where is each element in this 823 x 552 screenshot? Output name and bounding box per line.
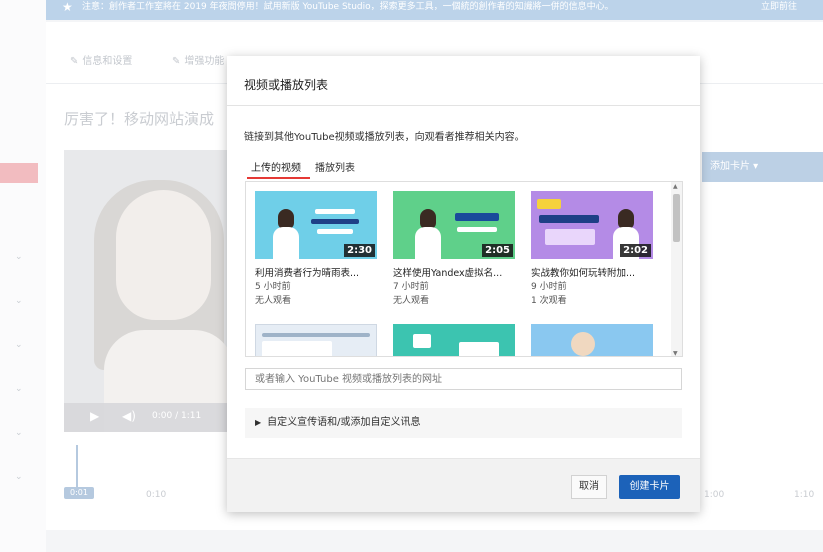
tab-uploaded-videos[interactable]: 上传的视频 (251, 159, 301, 174)
video-card[interactable] (531, 324, 653, 356)
video-card[interactable]: 2:30 利用消费者行为晴雨表... 5 小时前 无人观看 (255, 191, 377, 307)
timeline-tick: 1:00 (704, 490, 725, 500)
scroll-down-icon[interactable]: ▼ (673, 350, 678, 356)
video-thumbnail: 2:02 (531, 191, 653, 259)
banner-text: 注意：創作者工作室將在 2019 年夜間停用！試用新版 YouTube Stud… (82, 2, 614, 12)
timeline-playhead[interactable] (76, 445, 78, 493)
video-duration: 2:05 (482, 244, 513, 257)
banner-link[interactable]: 立即前往 (761, 0, 797, 14)
video-thumbnail: 2:05 (393, 191, 515, 259)
chevron-down-icon: ⌄ (15, 296, 23, 306)
toolbar-item-info[interactable]: ✎ 信息和设置 (70, 52, 132, 67)
video-card-title: 这样使用Yandex虚拟名... (393, 268, 503, 279)
cancel-button[interactable]: 取消 (571, 475, 607, 499)
left-rail: ⌄ ⌄ ⌄ ⌄ ⌄ ⌄ (0, 0, 46, 552)
rail-active-item (0, 163, 38, 183)
customize-label: 自定义宣传语和/或添加自定义讯息 (267, 417, 421, 428)
video-grid: 2:30 利用消费者行为晴雨表... 5 小时前 无人观看 2:05 这样使用Y… (245, 181, 683, 357)
grid-scrollbar[interactable]: ▲ ▼ (671, 182, 682, 356)
video-card-time: 7 小时前 (393, 282, 429, 292)
play-icon[interactable]: ▶ (90, 409, 99, 423)
chevron-down-icon: ⌄ (15, 384, 23, 394)
timeline-tick: 1:10 (794, 490, 815, 500)
scrollbar-thumb[interactable] (673, 194, 680, 242)
video-thumbnail (393, 324, 515, 356)
video-player[interactable] (64, 150, 227, 432)
create-card-button[interactable]: 创建卡片 (619, 475, 680, 499)
timeline-current-time: 0:01 (64, 487, 94, 499)
video-thumbnail: 2:30 (255, 191, 377, 259)
divider (227, 105, 700, 106)
dialog-footer: 取消 创建卡片 (227, 458, 700, 512)
active-tab-indicator (247, 177, 310, 179)
dialog-title: 视频或播放列表 (244, 78, 329, 92)
video-duration: 2:02 (620, 244, 651, 257)
video-card[interactable] (393, 324, 515, 356)
video-duration: 2:30 (344, 244, 375, 257)
pencil-icon: ✎ (172, 56, 181, 67)
chevron-down-icon: ⌄ (15, 252, 23, 262)
video-card[interactable]: 2:05 这样使用Yandex虚拟名... 7 小时前 无人观看 (393, 191, 515, 307)
video-title: 厉害了！移动网站演成 (64, 110, 215, 128)
video-playlist-dialog: 视频或播放列表 链接到其他YouTube视频或播放列表，向观看者推荐相关内容。 … (227, 56, 700, 512)
pencil-icon: ✎ (70, 56, 79, 67)
video-thumbnail (255, 324, 377, 356)
video-card-title: 利用消费者行为晴雨表... (255, 268, 360, 279)
chevron-down-icon: ⌄ (15, 472, 23, 482)
video-card-views: 无人观看 (255, 296, 292, 306)
video-url-input[interactable] (245, 368, 682, 390)
star-icon: ★ (62, 0, 73, 14)
video-card-time: 5 小时前 (255, 282, 291, 292)
video-card-title: 实战教你如何玩转附加... (531, 268, 636, 279)
dialog-description: 链接到其他YouTube视频或播放列表，向观看者推荐相关内容。 (244, 132, 525, 143)
volume-icon[interactable]: ◀) (122, 409, 136, 423)
toolbar-item-enhancements[interactable]: ✎ 增强功能 (172, 52, 224, 67)
expand-triangle-icon: ▶ (255, 418, 262, 427)
chevron-down-icon: ⌄ (15, 428, 23, 438)
scroll-up-icon[interactable]: ▲ (673, 183, 678, 190)
add-card-button[interactable]: 添加卡片 ▾ (702, 152, 823, 182)
video-card-views: 1 次观看 (531, 296, 567, 306)
video-controls: ▶ ◀) 0:00 / 1:11 (64, 403, 227, 432)
video-card-views: 无人观看 (393, 296, 430, 306)
customize-message-toggle[interactable]: ▶ 自定义宣传语和/或添加自定义讯息 (245, 408, 682, 438)
chevron-down-icon: ⌄ (15, 340, 23, 350)
video-card-time: 9 小时前 (531, 282, 567, 292)
timeline-tick: 0:10 (146, 490, 167, 500)
video-thumbnail (531, 324, 653, 356)
video-card[interactable] (255, 324, 377, 356)
video-time: 0:00 / 1:11 (152, 411, 202, 421)
notice-banner: ★ 注意：創作者工作室將在 2019 年夜間停用！試用新版 YouTube St… (46, 0, 823, 20)
video-card[interactable]: 2:02 实战教你如何玩转附加... 9 小时前 1 次观看 (531, 191, 653, 307)
tab-playlists[interactable]: 播放列表 (315, 159, 355, 174)
